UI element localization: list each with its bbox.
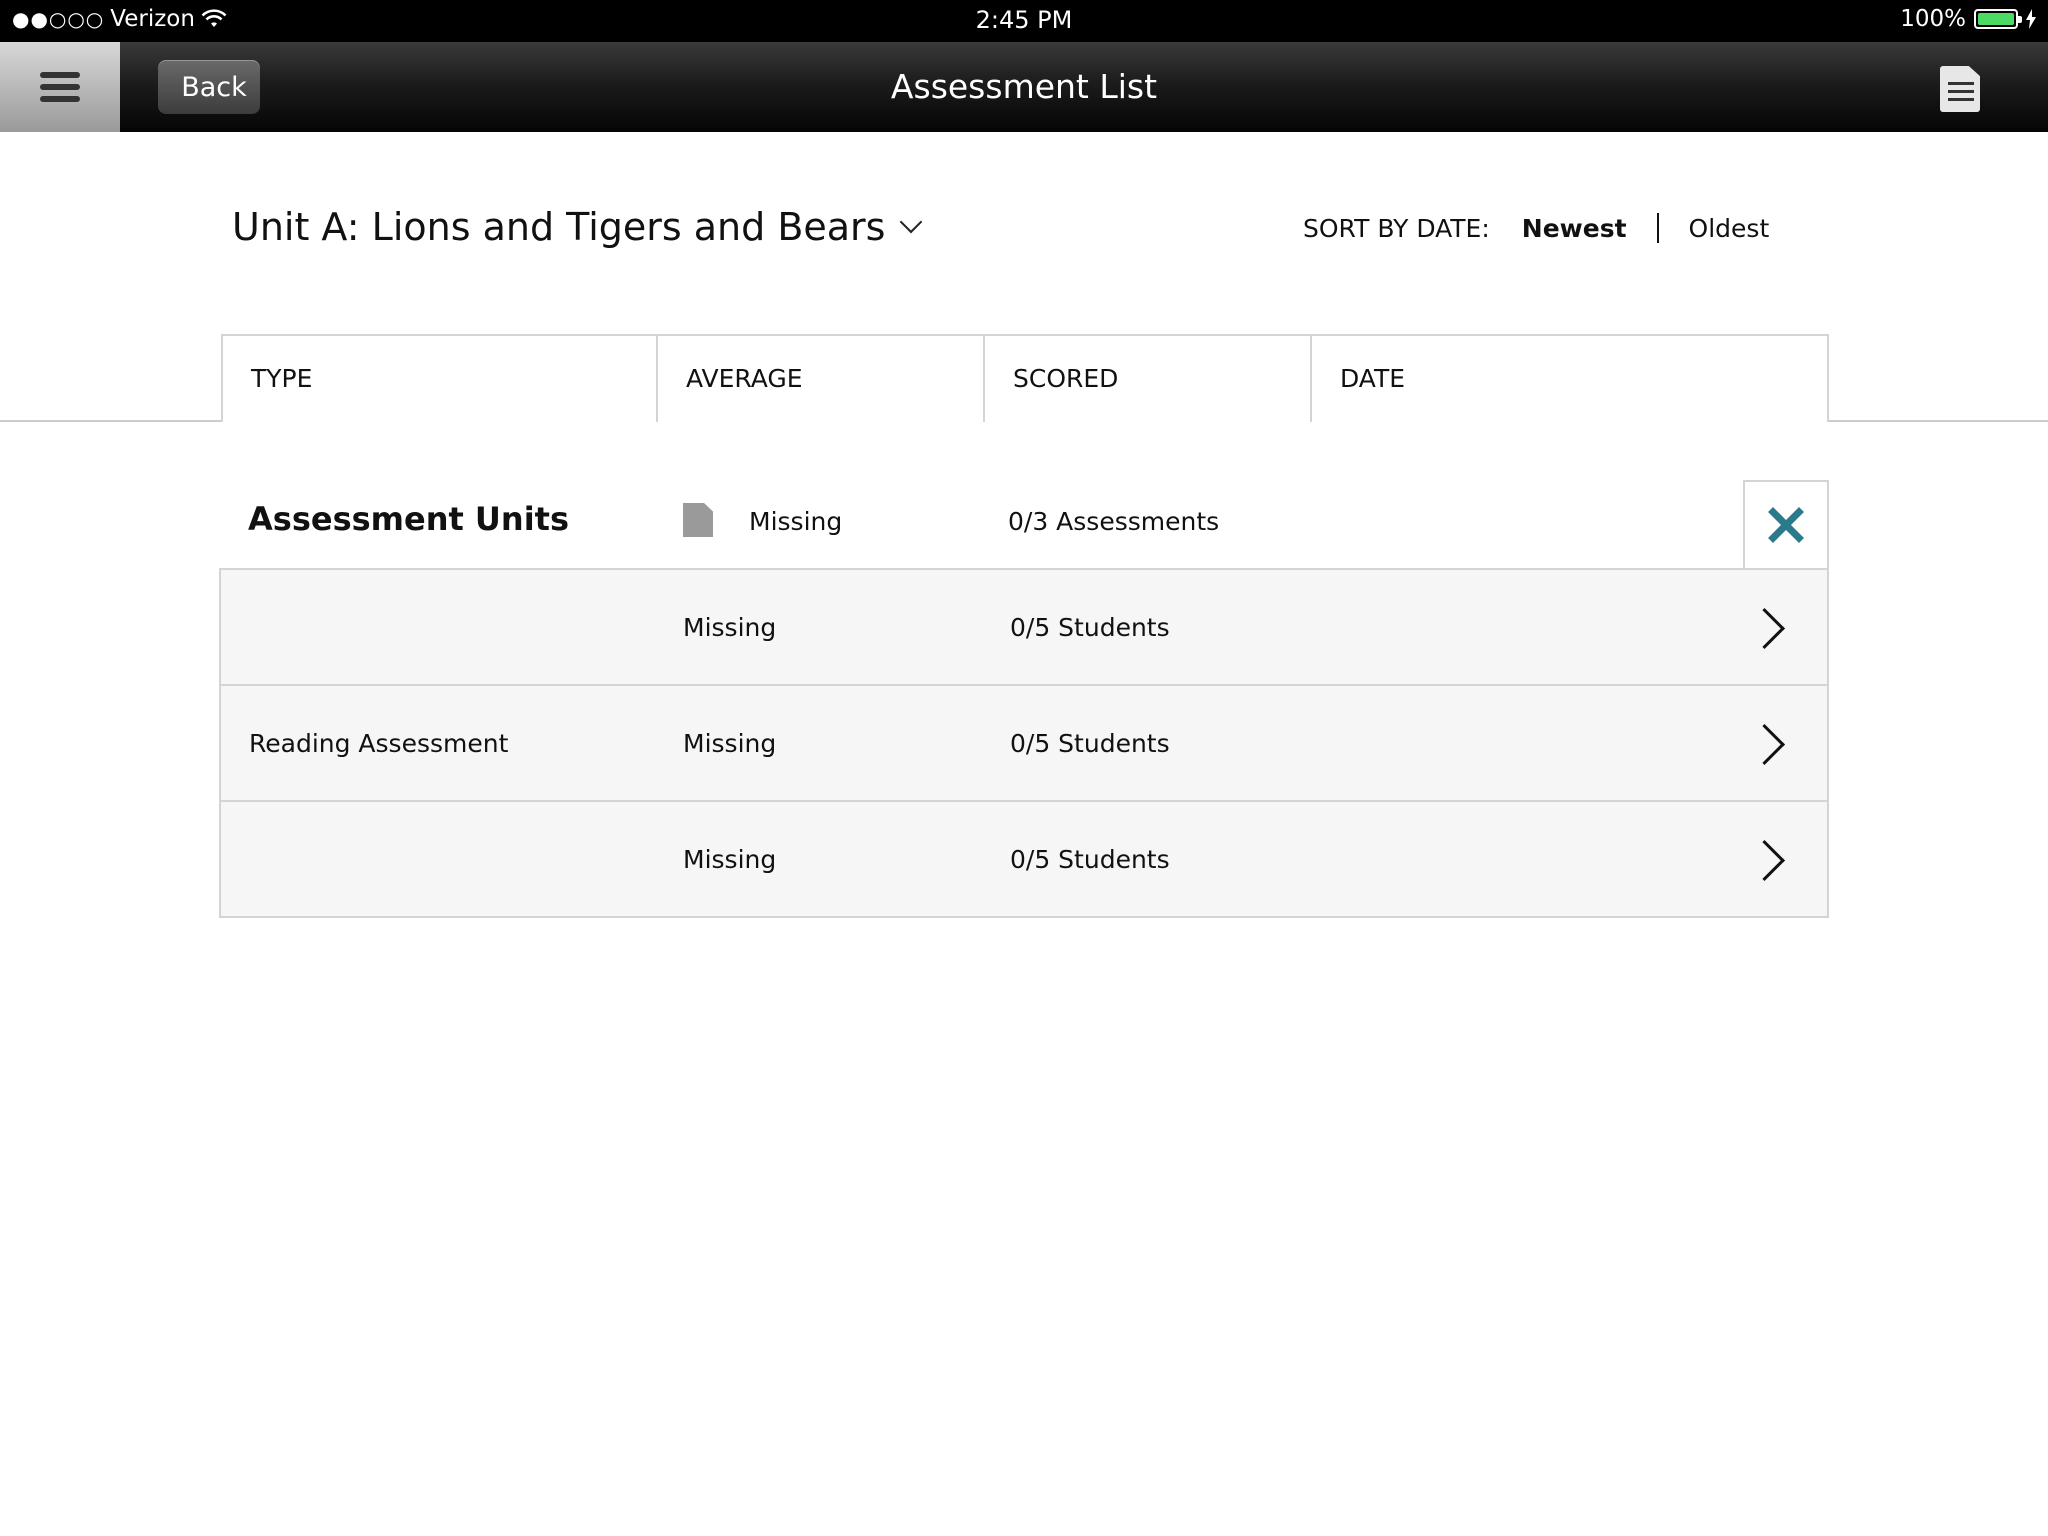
- document-icon: [683, 503, 713, 537]
- sort-oldest-option[interactable]: Oldest: [1689, 214, 1770, 243]
- assessment-list: Missing 0/5 Students Reading Assessment …: [219, 568, 1829, 918]
- row-average: Missing: [683, 612, 777, 642]
- battery-icon: [1974, 9, 2022, 29]
- row-type: Reading Assessment: [249, 728, 509, 758]
- row-average: Missing: [683, 844, 777, 874]
- charging-bolt-icon: [2026, 9, 2036, 29]
- column-header-average[interactable]: AVERAGE: [656, 336, 983, 422]
- status-bar: ●●○○○ Verizon 2:45 PM 100%: [0, 0, 2048, 42]
- column-header-type[interactable]: TYPE: [223, 336, 656, 422]
- sort-newest-option[interactable]: Newest: [1522, 214, 1627, 243]
- row-average: Missing: [683, 728, 777, 758]
- sort-label: SORT BY DATE:: [1303, 213, 1490, 243]
- group-average: Missing: [749, 507, 843, 536]
- table-row[interactable]: Missing 0/5 Students: [221, 800, 1827, 916]
- document-list-icon[interactable]: [1940, 66, 1980, 112]
- hamburger-icon: [40, 66, 80, 108]
- navigation-bar: Assessment List Back: [0, 42, 2048, 132]
- column-header-scored[interactable]: SCORED: [983, 336, 1310, 422]
- row-scored: 0/5 Students: [1010, 612, 1170, 642]
- unit-dropdown-value: Unit A: Lions and Tigers and Bears: [232, 205, 886, 249]
- menu-button[interactable]: [0, 42, 120, 132]
- chevron-right-icon: [1743, 723, 1786, 766]
- row-scored: 0/5 Students: [1010, 728, 1170, 758]
- group-title: Assessment Units: [248, 500, 569, 538]
- chevron-down-icon: [900, 210, 923, 234]
- column-header-date[interactable]: DATE: [1310, 336, 1827, 422]
- battery-status: 100%: [1900, 6, 2036, 32]
- sort-by-date: SORT BY DATE: Newest Oldest: [1303, 213, 1769, 243]
- row-scored: 0/5 Students: [1010, 844, 1170, 874]
- close-x-icon: [1768, 507, 1804, 543]
- back-button[interactable]: Back: [158, 60, 260, 114]
- close-group-button[interactable]: [1743, 480, 1829, 568]
- battery-percent: 100%: [1900, 6, 1966, 32]
- table-row[interactable]: Reading Assessment Missing 0/5 Students: [221, 684, 1827, 800]
- table-header: TYPE AVERAGE SCORED DATE: [221, 334, 1829, 422]
- unit-dropdown[interactable]: Unit A: Lions and Tigers and Bears: [232, 205, 923, 249]
- chevron-right-icon: [1743, 839, 1786, 882]
- clock: 2:45 PM: [975, 6, 1073, 34]
- table-row[interactable]: Missing 0/5 Students: [221, 570, 1827, 684]
- sort-divider: [1656, 213, 1659, 243]
- page-title: Assessment List: [890, 67, 1158, 106]
- group-scored: 0/3 Assessments: [1008, 507, 1220, 536]
- chevron-right-icon: [1743, 607, 1786, 650]
